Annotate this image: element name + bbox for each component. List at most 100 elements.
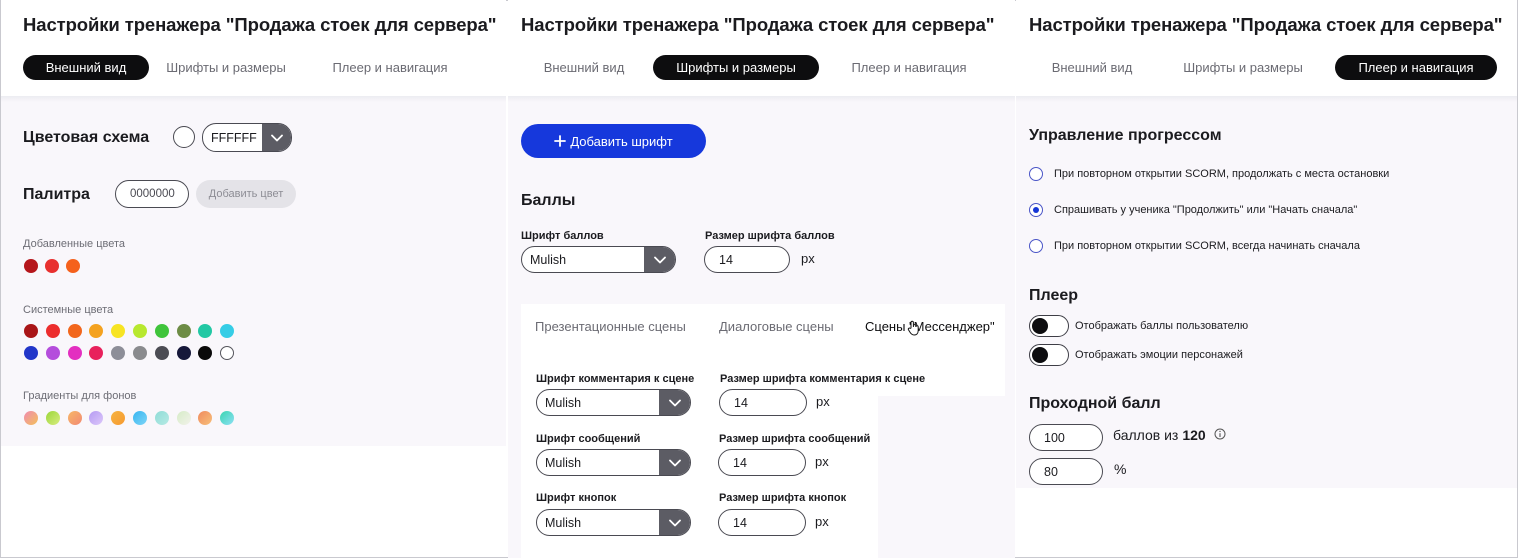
color-swatch[interactable] — [45, 346, 60, 360]
button-font-label: Шрифт кнопок — [536, 492, 617, 504]
message-size-input[interactable]: 14 — [718, 449, 806, 476]
player-panel: Настройки тренажера "Продажа стоек для с… — [1016, 0, 1517, 558]
tab-fonts[interactable]: Шрифты и размеры — [1165, 55, 1321, 80]
tab-appearance[interactable]: Внешний вид — [521, 55, 647, 80]
comment-font-value: Mulish — [545, 395, 582, 410]
progress-heading: Управление прогрессом — [1029, 127, 1222, 144]
passing-score-total: 120 — [1182, 427, 1206, 443]
gradient-swatch[interactable] — [154, 411, 169, 425]
comment-font-select[interactable]: Mulish — [536, 389, 691, 416]
show-emotions-label: Отображать эмоции персонажей — [1075, 349, 1243, 361]
passing-score-input[interactable]: 100 — [1029, 424, 1103, 451]
progress-option-resume[interactable] — [1029, 167, 1043, 181]
player-heading: Плеер — [1029, 287, 1079, 304]
color-swatch[interactable] — [45, 324, 60, 338]
px-unit: px — [815, 514, 829, 529]
comment-size-label: Размер шрифта комментария к сцене — [720, 373, 926, 385]
message-font-value: Mulish — [545, 455, 582, 470]
message-font-select[interactable]: Mulish — [536, 449, 691, 476]
color-swatch[interactable] — [67, 346, 82, 360]
subtab-dialog[interactable]: Диалоговые сцены — [719, 319, 834, 334]
color-swatch[interactable] — [154, 324, 169, 338]
percent-sign: % — [1114, 461, 1127, 477]
message-size-label: Размер шрифта сообщений — [719, 433, 871, 445]
gradient-swatch[interactable] — [24, 411, 38, 425]
add-font-button[interactable]: Добавить шрифт — [521, 124, 706, 158]
px-unit: px — [816, 394, 830, 409]
scores-heading: Баллы — [521, 192, 576, 209]
button-size-input[interactable]: 14 — [718, 509, 806, 536]
button-font-value: Mulish — [545, 515, 582, 530]
tab-player[interactable]: Плеер и навигация — [311, 55, 469, 80]
palette-hex-input[interactable]: 0000000 — [115, 180, 189, 208]
settings-tabs: Внешний вид Шрифты и размеры Плеер и нав… — [1029, 55, 1497, 80]
subtab-presentation[interactable]: Презентационные сцены — [535, 319, 686, 334]
chevron-down-icon[interactable] — [659, 450, 690, 475]
comment-font-label: Шрифт комментария к сцене — [536, 373, 695, 385]
color-swatch[interactable] — [24, 324, 38, 338]
plus-icon — [554, 135, 567, 147]
tab-player[interactable]: Плеер и навигация — [830, 55, 988, 80]
message-font-label: Шрифт сообщений — [536, 433, 641, 445]
color-swatch[interactable] — [176, 346, 191, 360]
color-scheme-preview[interactable] — [173, 126, 195, 148]
panel-header: Настройки тренажера "Продажа стоек для с… — [1, 0, 506, 96]
score-font-label: Шрифт баллов — [521, 230, 604, 242]
subtab-messenger[interactable]: Сцены "Мессенджер" — [865, 319, 995, 334]
color-scheme-select[interactable]: FFFFFF — [202, 123, 292, 152]
info-icon[interactable] — [1214, 427, 1226, 443]
settings-tabs: Внешний вид Шрифты и размеры Плеер и нав… — [521, 55, 988, 80]
show-scores-label: Отображать баллы пользователю — [1075, 320, 1249, 332]
tab-player[interactable]: Плеер и навигация — [1335, 55, 1497, 80]
score-size-input[interactable]: 14 — [704, 246, 790, 273]
color-scheme-value: FFFFFF — [211, 130, 257, 145]
add-color-button[interactable]: Добавить цвет — [196, 180, 296, 208]
tab-appearance[interactable]: Внешний вид — [1029, 55, 1155, 80]
px-unit: px — [815, 454, 829, 469]
appearance-panel: Настройки тренажера "Продажа стоек для с… — [1, 0, 506, 558]
color-swatch[interactable] — [24, 346, 38, 360]
chevron-down-icon[interactable] — [262, 124, 291, 151]
page-title: Настройки тренажера "Продажа стоек для с… — [1029, 14, 1503, 35]
gradient-swatch[interactable] — [133, 411, 147, 425]
system-colors-label: Системные цвета — [23, 304, 114, 316]
comment-size-input[interactable]: 14 — [719, 389, 807, 416]
tab-fonts[interactable]: Шрифты и размеры — [151, 55, 301, 80]
show-emotions-toggle[interactable] — [1029, 344, 1069, 366]
button-size-label: Размер шрифта кнопок — [719, 492, 847, 504]
passing-score-suffix: баллов из — [1113, 427, 1179, 443]
gradient-swatch[interactable] — [176, 411, 191, 425]
button-font-select[interactable]: Mulish — [536, 509, 691, 536]
color-swatch[interactable] — [66, 259, 80, 273]
panel-header: Настройки тренажера "Продажа стоек для с… — [508, 0, 1015, 96]
color-swatch[interactable] — [24, 259, 38, 273]
chevron-down-icon[interactable] — [659, 510, 690, 535]
score-font-select[interactable]: Mulish — [521, 246, 676, 273]
page-title: Настройки тренажера "Продажа стоек для с… — [521, 14, 995, 35]
color-swatch[interactable] — [176, 324, 191, 338]
page-title: Настройки тренажера "Продажа стоек для с… — [23, 14, 497, 35]
fonts-panel: Настройки тренажера "Продажа стоек для с… — [508, 0, 1015, 558]
show-scores-toggle[interactable] — [1029, 315, 1069, 337]
chevron-down-icon[interactable] — [644, 247, 675, 272]
tab-appearance[interactable]: Внешний вид — [23, 55, 149, 80]
color-swatch[interactable] — [67, 324, 82, 338]
color-swatch[interactable] — [154, 346, 169, 360]
color-swatch[interactable] — [133, 346, 147, 360]
settings-tabs: Внешний вид Шрифты и размеры Плеер и нав… — [23, 55, 469, 80]
progress-option-ask[interactable] — [1029, 203, 1043, 217]
gradient-swatch[interactable] — [67, 411, 82, 425]
progress-option-label: При повторном открытии SCORM, всегда нач… — [1054, 240, 1360, 252]
cursor-hand-icon — [907, 320, 921, 341]
gradients-label: Градиенты для фонов — [23, 390, 137, 402]
gradient-swatch[interactable] — [45, 411, 60, 425]
color-swatch[interactable] — [133, 324, 147, 338]
panel-header: Настройки тренажера "Продажа стоек для с… — [1016, 0, 1517, 96]
color-scheme-label: Цветовая схема — [23, 129, 150, 146]
tab-fonts[interactable]: Шрифты и размеры — [653, 55, 819, 80]
chevron-down-icon[interactable] — [659, 390, 690, 415]
score-font-value: Mulish — [530, 252, 567, 267]
color-swatch[interactable] — [45, 259, 59, 273]
passing-percent-input[interactable]: 80 — [1029, 458, 1103, 485]
progress-option-restart[interactable] — [1029, 239, 1043, 253]
